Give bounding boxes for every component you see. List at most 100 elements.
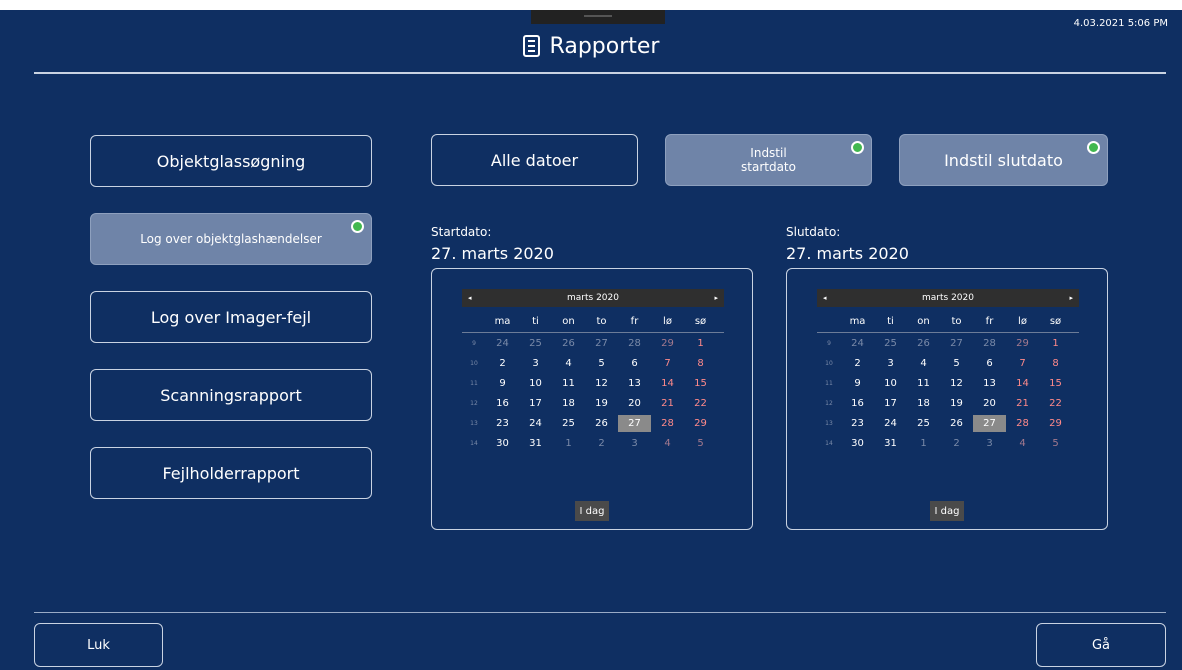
today-button[interactable]: I dag [575, 501, 609, 521]
calendar-day[interactable]: 13 [973, 378, 1006, 389]
window-notch[interactable] [531, 10, 665, 24]
prev-month-icon[interactable]: ◂ [823, 294, 827, 302]
holder-error-report-button[interactable]: Fejlholderrapport [90, 447, 372, 499]
calendar-day[interactable]: 29 [1006, 338, 1039, 349]
calendar-day[interactable]: 6 [973, 358, 1006, 369]
calendar-day[interactable]: 19 [585, 398, 618, 409]
all-dates-button[interactable]: Alle datoer [431, 134, 638, 186]
calendar-day[interactable]: 25 [519, 338, 552, 349]
calendar-day[interactable]: 16 [486, 398, 519, 409]
calendar-day[interactable]: 7 [651, 358, 684, 369]
calendar-day[interactable]: 2 [841, 358, 874, 369]
calendar-day[interactable]: 24 [841, 338, 874, 349]
calendar-day[interactable]: 28 [973, 338, 1006, 349]
calendar-day[interactable]: 26 [552, 338, 585, 349]
calendar-day[interactable]: 29 [684, 418, 717, 429]
calendar-day[interactable]: 1 [552, 438, 585, 449]
calendar-day[interactable]: 3 [618, 438, 651, 449]
calendar-day[interactable]: 3 [874, 358, 907, 369]
scanning-report-button[interactable]: Scanningsrapport [90, 369, 372, 421]
calendar-day[interactable]: 5 [940, 358, 973, 369]
calendar-day[interactable]: 3 [973, 438, 1006, 449]
go-button[interactable]: Gå [1036, 623, 1166, 667]
calendar-day[interactable]: 13 [618, 378, 651, 389]
calendar-day[interactable]: 20 [973, 398, 1006, 409]
calendar-day[interactable]: 14 [1006, 378, 1039, 389]
close-button[interactable]: Luk [34, 623, 163, 667]
next-month-icon[interactable]: ▸ [714, 294, 718, 302]
next-month-icon[interactable]: ▸ [1069, 294, 1073, 302]
calendar-day[interactable]: 27 [585, 338, 618, 349]
calendar-day[interactable]: 22 [1039, 398, 1072, 409]
calendar-day[interactable]: 7 [1006, 358, 1039, 369]
calendar-day-selected[interactable]: 27 [973, 414, 1006, 432]
calendar-day[interactable]: 16 [841, 398, 874, 409]
imager-error-log-button[interactable]: Log over Imager-fejl [90, 291, 372, 343]
calendar-day[interactable]: 2 [940, 438, 973, 449]
calendar-day[interactable]: 11 [907, 378, 940, 389]
calendar-day[interactable]: 5 [684, 438, 717, 449]
calendar-day[interactable]: 24 [874, 418, 907, 429]
calendar-day[interactable]: 5 [585, 358, 618, 369]
drag-grip-icon[interactable] [584, 15, 612, 17]
calendar-day[interactable]: 30 [486, 438, 519, 449]
calendar-day[interactable]: 25 [552, 418, 585, 429]
calendar-day-selected[interactable]: 27 [618, 414, 651, 432]
calendar-day[interactable]: 9 [841, 378, 874, 389]
calendar-day[interactable]: 31 [874, 438, 907, 449]
prev-month-icon[interactable]: ◂ [468, 294, 472, 302]
calendar-day[interactable]: 26 [585, 418, 618, 429]
calendar-day[interactable]: 4 [1006, 438, 1039, 449]
calendar-day[interactable]: 2 [486, 358, 519, 369]
calendar-day[interactable]: 10 [519, 378, 552, 389]
calendar-day[interactable]: 25 [907, 418, 940, 429]
calendar-day[interactable]: 21 [651, 398, 684, 409]
calendar-day[interactable]: 18 [552, 398, 585, 409]
calendar-day[interactable]: 15 [1039, 378, 1072, 389]
calendar-day[interactable]: 18 [907, 398, 940, 409]
calendar-day[interactable]: 9 [486, 378, 519, 389]
calendar-day[interactable]: 15 [684, 378, 717, 389]
calendar-day[interactable]: 29 [1039, 418, 1072, 429]
calendar-day[interactable]: 30 [841, 438, 874, 449]
calendar-day[interactable]: 31 [519, 438, 552, 449]
calendar-day[interactable]: 4 [552, 358, 585, 369]
calendar-day[interactable]: 12 [585, 378, 618, 389]
calendar-day[interactable]: 5 [1039, 438, 1072, 449]
calendar-day[interactable]: 24 [519, 418, 552, 429]
calendar-day[interactable]: 10 [874, 378, 907, 389]
calendar-day[interactable]: 2 [585, 438, 618, 449]
calendar-day[interactable]: 28 [1006, 418, 1039, 429]
calendar-day[interactable]: 19 [940, 398, 973, 409]
calendar-day[interactable]: 6 [618, 358, 651, 369]
calendar-day[interactable]: 28 [618, 338, 651, 349]
set-start-date-button[interactable]: Indstil startdato [665, 134, 872, 186]
calendar-day[interactable]: 27 [940, 338, 973, 349]
slide-search-button[interactable]: Objektglassøgning [90, 135, 372, 187]
calendar-day[interactable]: 4 [907, 358, 940, 369]
calendar-day[interactable]: 29 [651, 338, 684, 349]
calendar-day[interactable]: 12 [940, 378, 973, 389]
calendar-day[interactable]: 3 [519, 358, 552, 369]
calendar-day[interactable]: 11 [552, 378, 585, 389]
set-end-date-button[interactable]: Indstil slutdato [899, 134, 1108, 186]
calendar-day[interactable]: 28 [651, 418, 684, 429]
calendar-day[interactable]: 22 [684, 398, 717, 409]
calendar-day[interactable]: 21 [1006, 398, 1039, 409]
calendar-day[interactable]: 26 [907, 338, 940, 349]
calendar-day[interactable]: 14 [651, 378, 684, 389]
calendar-day[interactable]: 20 [618, 398, 651, 409]
calendar-day[interactable]: 24 [486, 338, 519, 349]
calendar-day[interactable]: 1 [1039, 338, 1072, 349]
calendar-day[interactable]: 23 [841, 418, 874, 429]
today-button[interactable]: I dag [930, 501, 964, 521]
calendar-day[interactable]: 26 [940, 418, 973, 429]
slide-event-log-button[interactable]: Log over objektglashændelser [90, 213, 372, 265]
calendar-day[interactable]: 1 [684, 338, 717, 349]
calendar-day[interactable]: 23 [486, 418, 519, 429]
calendar-day[interactable]: 8 [1039, 358, 1072, 369]
calendar-day[interactable]: 8 [684, 358, 717, 369]
calendar-day[interactable]: 25 [874, 338, 907, 349]
calendar-day[interactable]: 4 [651, 438, 684, 449]
calendar-day[interactable]: 17 [519, 398, 552, 409]
